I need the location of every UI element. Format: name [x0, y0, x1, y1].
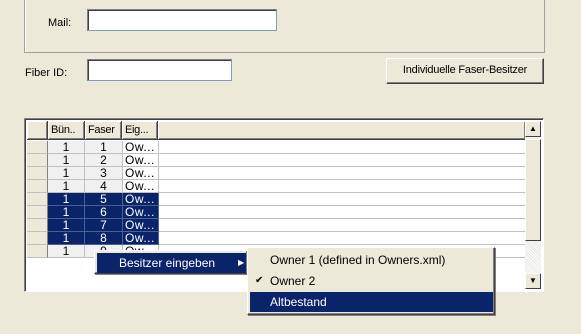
- menu-item-besitzer-eingeben[interactable]: Besitzer eingeben ▶: [97, 253, 246, 273]
- row-header-cell[interactable]: [27, 232, 48, 245]
- scroll-thumb[interactable]: [525, 139, 541, 241]
- scroll-down-icon: ▼: [529, 276, 537, 285]
- checkmark-icon: ✔: [255, 275, 264, 286]
- grid-vertical-scrollbar[interactable]: ▲ ▼: [525, 121, 541, 289]
- individual-fiber-owner-button[interactable]: Individuelle Faser-Besitzer: [386, 58, 544, 84]
- column-header-eigentuemer[interactable]: Eig...: [122, 121, 158, 140]
- row-header-cell[interactable]: [27, 219, 48, 232]
- row-header-cell[interactable]: [27, 141, 48, 154]
- submenu-item-1[interactable]: ✔ Owner 2: [250, 271, 493, 291]
- scroll-down-button[interactable]: ▼: [525, 273, 541, 289]
- scroll-up-button[interactable]: ▲: [525, 121, 541, 137]
- owner-submenu: Owner 1 (defined in Owners.xml) ✔ Owner 2 A…: [247, 247, 495, 315]
- mail-input[interactable]: [87, 9, 277, 31]
- context-menu: Besitzer eingeben ▶: [94, 250, 248, 274]
- column-header-buendel[interactable]: Bün..: [48, 121, 85, 140]
- submenu-item-2[interactable]: Altbestand: [250, 292, 493, 312]
- empty-cell[interactable]: [159, 141, 525, 154]
- fiber-id-label: Fiber ID:: [25, 67, 68, 79]
- row-header-cell[interactable]: [27, 206, 48, 219]
- buendel-cell[interactable]: 1: [48, 245, 85, 258]
- empty-cell[interactable]: [159, 193, 525, 206]
- mail-label: Mail:: [48, 17, 72, 29]
- empty-cell[interactable]: [159, 206, 525, 219]
- grid-header-filler: [158, 121, 525, 140]
- empty-cell[interactable]: [159, 232, 525, 245]
- row-header-cell[interactable]: [27, 180, 48, 193]
- row-header-cell[interactable]: [27, 193, 48, 206]
- row-header-cell[interactable]: [27, 245, 48, 258]
- column-header-faser[interactable]: Faser: [85, 121, 122, 140]
- submenu-item-label: Altbestand: [270, 295, 327, 309]
- scroll-up-icon: ▲: [529, 124, 537, 133]
- row-header-cell[interactable]: [27, 154, 48, 167]
- fiber-id-input[interactable]: [87, 59, 232, 81]
- submenu-item-label: Owner 2: [270, 274, 316, 288]
- submenu-item-label: Owner 1 (defined in Owners.xml): [270, 253, 446, 267]
- empty-cell[interactable]: [159, 219, 525, 232]
- row-header-cell[interactable]: [27, 167, 48, 180]
- empty-cell[interactable]: [159, 167, 525, 180]
- submenu-arrow-icon: ▶: [238, 258, 245, 267]
- empty-cell[interactable]: [159, 180, 525, 193]
- grid-corner-header: [27, 121, 48, 140]
- empty-cell[interactable]: [159, 154, 525, 167]
- submenu-item-0[interactable]: Owner 1 (defined in Owners.xml): [250, 250, 493, 270]
- menu-item-label: Besitzer eingeben: [119, 256, 216, 270]
